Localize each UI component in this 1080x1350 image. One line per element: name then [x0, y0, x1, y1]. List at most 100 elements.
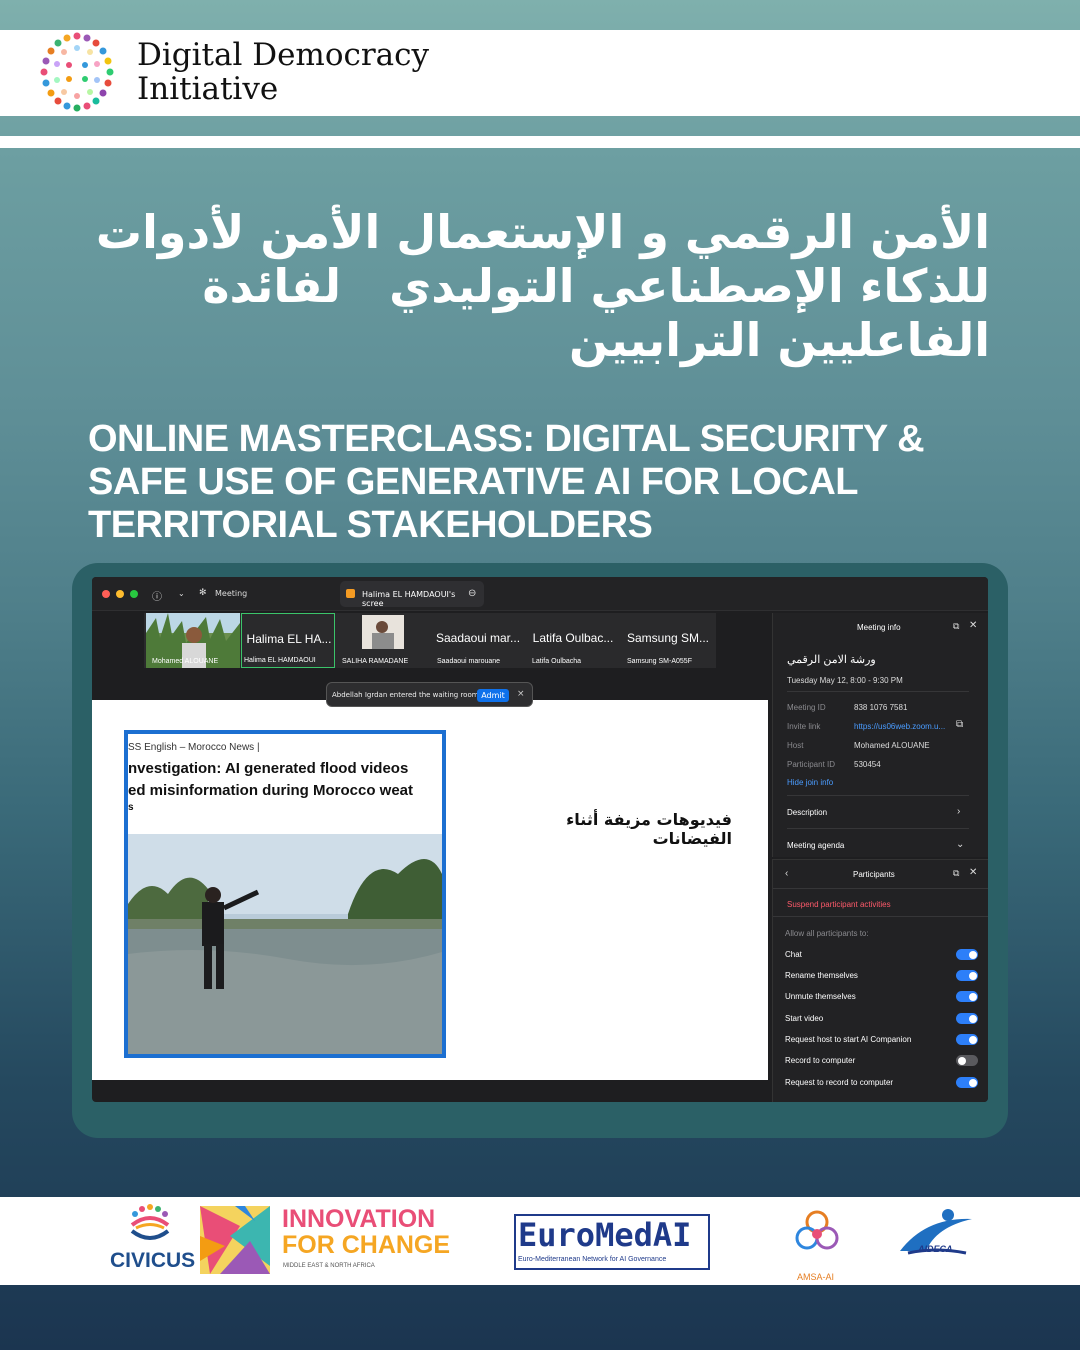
participant-display-name: Latifa Oulbac... [532, 631, 614, 645]
participant-name: Mohamed ALOUANE [152, 658, 219, 665]
article-source: SS English – Morocco News | [128, 742, 260, 753]
amsa-ai-logo-icon [795, 1210, 839, 1250]
more-icon[interactable]: ⊖ [468, 588, 476, 599]
participant-tile[interactable]: Latifa Oulbac... Latifa Oulbacha [526, 613, 620, 668]
hide-join-info-link[interactable]: Hide join info [787, 778, 833, 787]
divider [787, 795, 969, 796]
participant-tile[interactable]: Saadaoui mar... Saadaoui marouane [431, 613, 525, 668]
article-headline-line: nvestigation: AI generated flood videos [128, 760, 409, 777]
toggle-label: Rename themselves [785, 971, 858, 980]
innovation-line-1: INNOVATION [282, 1205, 436, 1233]
close-icon[interactable]: ✕ [969, 620, 977, 631]
toggle-label: Start video [785, 1014, 824, 1023]
close-window-button[interactable] [102, 590, 110, 598]
flood-photo [128, 834, 442, 1054]
chevron-down-icon[interactable]: ⌄ [178, 589, 185, 598]
arabic-title-line: الأمن الرقمي و الإستعمال الأمن لأدوات [95, 205, 990, 259]
invite-link-label: Invite link [787, 722, 821, 731]
divider [787, 828, 969, 829]
back-icon[interactable]: ‹ [785, 868, 788, 879]
description-row[interactable]: Description [787, 808, 827, 817]
meeting-id-value: 838 1076 7581 [854, 703, 908, 712]
euromedai-logo: EuroMedAI Euro-Mediterranean Network for… [514, 1214, 710, 1270]
paw-icon: ✻ [199, 588, 207, 598]
aideca-wordmark: AIDECA [918, 1244, 953, 1254]
participant-tile-active-speaker[interactable]: Halima EL HA... Halima EL HAMDAOUI [241, 613, 335, 668]
chat-toggle[interactable] [956, 949, 978, 960]
divider [773, 888, 988, 889]
civicus-logo-icon [130, 1204, 170, 1240]
meeting-tab-label[interactable]: Meeting [215, 589, 247, 598]
unmute-toggle[interactable] [956, 991, 978, 1002]
zoom-titlebar: ⓘ ⌄ ✻ Meeting Halima EL HAMDAOUI's scree… [92, 577, 988, 611]
ai-companion-toggle[interactable] [956, 1034, 978, 1045]
participant-name: Halima EL HAMDAOUI [244, 657, 316, 664]
rename-toggle[interactable] [956, 970, 978, 981]
maximize-window-button[interactable] [130, 590, 138, 598]
english-title-line: ONLINE MASTERCLASS: DIGITAL SECURITY & [88, 418, 925, 460]
meeting-name: ورشة الامن الرقمي [787, 654, 876, 666]
partner-logos-footer: CIVICUS INNOVATION FOR CHANGE MIDDLE EAS… [0, 1197, 1080, 1285]
chevron-right-icon[interactable]: › [957, 806, 960, 817]
innovation-subtitle: MIDDLE EAST & NORTH AFRICA [283, 1263, 375, 1269]
divider [787, 691, 969, 692]
popout-icon[interactable]: ⧉ [953, 868, 959, 879]
innovation-line-2: FOR CHANGE [282, 1231, 451, 1259]
article-screenshot: SS English – Morocco News | nvestigation… [124, 730, 446, 1058]
arabic-title: الأمن الرقمي و الإستعمال الأمن لأدوات لل… [90, 205, 990, 367]
participant-tile[interactable]: Samsung SM... Samsung SM-A055F [621, 613, 715, 668]
innovation-mosaic-icon [200, 1206, 270, 1274]
request-record-toggle[interactable] [956, 1077, 978, 1088]
toggle-label: Request to record to computer [785, 1078, 894, 1087]
waiting-room-toast: Abdellah Igrdan entered the waiting room… [326, 682, 533, 707]
participant-display-name: Samsung SM... [626, 631, 710, 645]
header-bar: Digital Democracy Initiative [0, 30, 1080, 116]
toggle-label: Request host to start AI Companion [785, 1035, 912, 1044]
toggle-label: Unmute themselves [785, 992, 856, 1001]
host-label: Host [787, 741, 804, 750]
header-divider [0, 136, 1080, 148]
participant-name: SALIHA RAMADANE [342, 658, 409, 665]
admit-button[interactable]: Admit [477, 689, 509, 702]
shared-slide: SS English – Morocco News | nvestigation… [92, 700, 768, 1080]
ddi-dots-logo-icon [40, 32, 114, 112]
euromedai-wordmark: EuroMedAI [518, 1216, 692, 1254]
meeting-date-time: Tuesday May 12, 8:00 - 9:30 PM [787, 676, 903, 685]
record-toggle[interactable] [956, 1055, 978, 1066]
suspend-activities-link[interactable]: Suspend participant activities [787, 900, 891, 909]
participant-tile[interactable]: Mohamed ALOUANE [146, 613, 240, 668]
screen-share-tab[interactable]: Halima EL HAMDAOUI's scree ⊖ [340, 581, 484, 608]
toggle-label: Record to computer [785, 1056, 856, 1065]
arabic-title-line: للذكاء الإصطناعي التوليدي لفائدة [202, 259, 990, 313]
copy-icon[interactable]: ⧉ [956, 719, 963, 730]
meeting-id-label: Meeting ID [787, 703, 826, 712]
allow-heading: Allow all participants to: [785, 929, 869, 938]
popout-icon[interactable]: ⧉ [953, 621, 959, 632]
waiting-room-message: Abdellah Igrdan entered the waiting room [332, 691, 479, 699]
panel-title: Participants [853, 870, 895, 879]
minimize-window-button[interactable] [116, 590, 124, 598]
article-headline: nvestigation: AI generated flood videos … [128, 758, 442, 814]
english-title-line: SAFE USE OF GENERATIVE AI FOR LOCAL [88, 461, 858, 503]
slide-arabic-caption: فيديوهات مزيفة أثناء الفيضانات [566, 810, 732, 848]
close-icon[interactable]: ✕ [969, 867, 977, 878]
english-title-line: TERRITORIAL STAKEHOLDERS [88, 504, 653, 546]
chevron-down-icon[interactable]: ⌄ [956, 839, 964, 850]
info-icon[interactable]: ⓘ [152, 588, 162, 603]
share-icon [346, 589, 355, 598]
invite-link-value[interactable]: https://us06web.zoom.u... [854, 722, 945, 731]
zoom-window: ⓘ ⌄ ✻ Meeting Halima EL HAMDAOUI's scree… [92, 577, 988, 1102]
participant-tile[interactable]: SALIHA RAMADANE [336, 613, 430, 668]
meeting-agenda-row[interactable]: Meeting agenda [787, 841, 844, 850]
close-icon[interactable]: × [517, 689, 525, 699]
start-video-toggle[interactable] [956, 1013, 978, 1024]
article-headline-line: ed misinformation during Morocco weat [128, 782, 414, 799]
participants-panel: ‹ Participants ⧉ ✕ Suspend participant a… [772, 859, 988, 1102]
participant-display-name: Halima EL HA... [246, 632, 332, 646]
english-title: ONLINE MASTERCLASS: DIGITAL SECURITY & S… [88, 418, 1008, 547]
share-tab-label: Halima EL HAMDAOUI's scree [362, 590, 456, 608]
brand-line-1: Digital Democracy [137, 37, 430, 73]
article-headline-line: s [128, 802, 134, 813]
divider [773, 916, 988, 917]
participant-id-label: Participant ID [787, 760, 836, 769]
